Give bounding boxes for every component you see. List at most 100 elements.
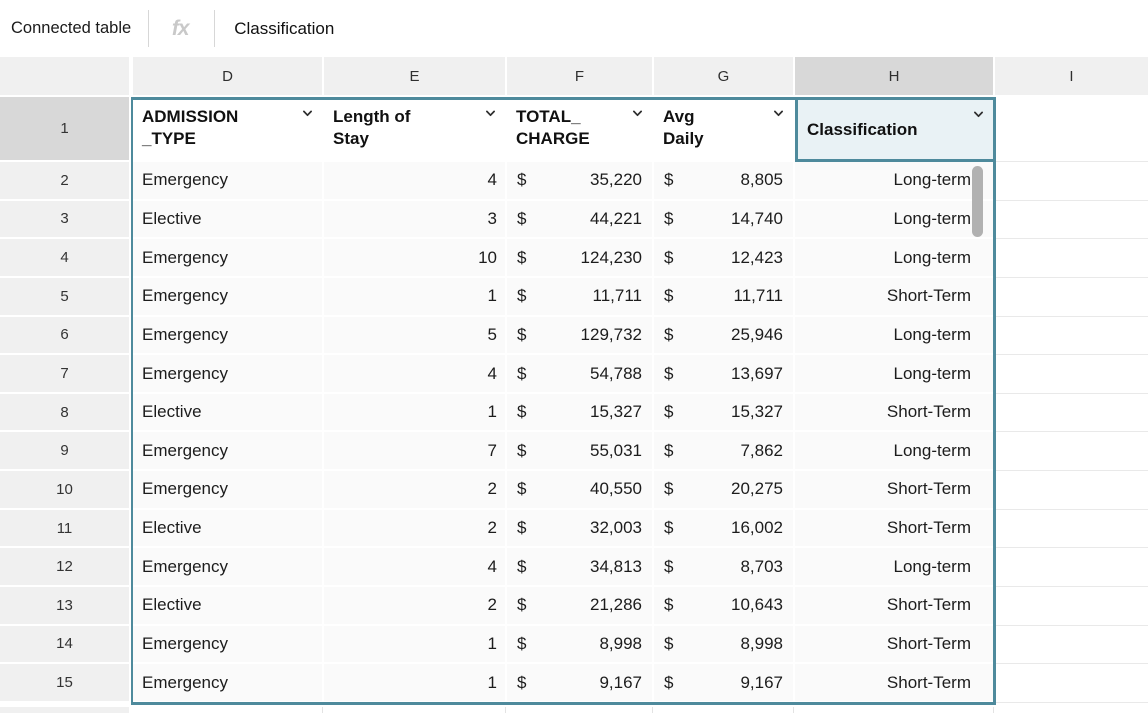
cell-i8[interactable]	[995, 394, 1148, 433]
cell-avg-daily[interactable]: $13,697	[654, 355, 793, 392]
cell-classification[interactable]: Short-Term	[795, 510, 993, 547]
column-header-g[interactable]: G	[654, 57, 793, 95]
cell-admission-type[interactable]: Elective	[133, 394, 322, 431]
cell-length-of-stay[interactable]: 2	[324, 471, 505, 508]
field-header-g1[interactable]: AvgDaily	[654, 97, 793, 160]
cell-admission-type[interactable]: Elective	[133, 587, 322, 624]
row-header-2[interactable]: 2	[0, 162, 129, 199]
cell-admission-type[interactable]: Emergency	[133, 432, 322, 469]
cell-total-charge[interactable]: $54,788	[507, 355, 652, 392]
cell-total-charge[interactable]: $55,031	[507, 432, 652, 469]
cell-classification[interactable]: Short-Term	[795, 278, 993, 315]
cell-admission-type[interactable]: Emergency	[133, 664, 322, 701]
cell-total-charge[interactable]: $8,998	[507, 626, 652, 663]
cell-length-of-stay[interactable]: 10	[324, 239, 505, 276]
cell-admission-type[interactable]: Emergency	[133, 626, 322, 663]
chevron-down-icon[interactable]	[300, 106, 315, 121]
row-header-7[interactable]: 7	[0, 355, 129, 392]
cell-admission-type[interactable]: Emergency	[133, 548, 322, 585]
row-header-9[interactable]: 9	[0, 432, 129, 469]
row-header-12[interactable]: 12	[0, 548, 129, 585]
cell-avg-daily[interactable]: $8,703	[654, 548, 793, 585]
cell-total-charge[interactable]: $34,813	[507, 548, 652, 585]
table-name-label[interactable]: Connected table	[11, 19, 131, 38]
chevron-down-icon[interactable]	[771, 106, 786, 121]
chevron-down-icon[interactable]	[971, 107, 986, 122]
row-header-3[interactable]: 3	[0, 201, 129, 238]
cell-avg-daily[interactable]: $12,423	[654, 239, 793, 276]
cell-i7[interactable]	[995, 355, 1148, 394]
cell-i14[interactable]	[995, 626, 1148, 665]
cell-classification[interactable]: Long-term	[795, 355, 993, 392]
cell-length-of-stay[interactable]: 4	[324, 355, 505, 392]
cell-length-of-stay[interactable]: 7	[324, 432, 505, 469]
corner-cell[interactable]	[0, 57, 129, 95]
cell-avg-daily[interactable]: $14,740	[654, 201, 793, 238]
cell-classification[interactable]: Long-term	[795, 432, 993, 469]
cell-i5[interactable]	[995, 278, 1148, 317]
cell-avg-daily[interactable]: $25,946	[654, 317, 793, 354]
cell-classification[interactable]: Long-term	[795, 239, 993, 276]
row-header-1[interactable]: 1	[0, 97, 129, 160]
cell-i9[interactable]	[995, 432, 1148, 471]
cell-admission-type[interactable]: Elective	[133, 201, 322, 238]
row-header-13[interactable]: 13	[0, 587, 129, 624]
cell-i13[interactable]	[995, 587, 1148, 626]
cell-avg-daily[interactable]: $15,327	[654, 394, 793, 431]
column-header-d[interactable]: D	[133, 57, 322, 95]
cell-length-of-stay[interactable]: 4	[324, 548, 505, 585]
cell-length-of-stay[interactable]: 1	[324, 626, 505, 663]
cell-total-charge[interactable]: $15,327	[507, 394, 652, 431]
cell-avg-daily[interactable]: $8,998	[654, 626, 793, 663]
cell-length-of-stay[interactable]: 1	[324, 278, 505, 315]
cell-avg-daily[interactable]: $7,862	[654, 432, 793, 469]
cell-admission-type[interactable]: Emergency	[133, 317, 322, 354]
row-header-8[interactable]: 8	[0, 394, 129, 431]
vertical-scrollbar-thumb[interactable]	[972, 166, 983, 237]
cell-avg-daily[interactable]: $20,275	[654, 471, 793, 508]
row-header-6[interactable]: 6	[0, 317, 129, 354]
cell-total-charge[interactable]: $124,230	[507, 239, 652, 276]
cell-classification[interactable]: Short-Term	[795, 471, 993, 508]
cell-classification[interactable]: Long-term	[795, 162, 993, 199]
cell-avg-daily[interactable]: $16,002	[654, 510, 793, 547]
cell-i15[interactable]	[995, 664, 1148, 703]
formula-input[interactable]: Classification	[234, 19, 334, 39]
cell-classification[interactable]: Long-term	[795, 548, 993, 585]
column-header-i[interactable]: I	[995, 57, 1148, 95]
cell-total-charge[interactable]: $40,550	[507, 471, 652, 508]
field-header-e1[interactable]: Length ofStay	[324, 97, 505, 160]
row-header-15[interactable]: 15	[0, 664, 129, 701]
cell-total-charge[interactable]: $44,221	[507, 201, 652, 238]
row-header-10[interactable]: 10	[0, 471, 129, 508]
row-header-4[interactable]: 4	[0, 239, 129, 276]
cell-admission-type[interactable]: Emergency	[133, 162, 322, 199]
chevron-down-icon[interactable]	[483, 106, 498, 121]
cell-length-of-stay[interactable]: 1	[324, 394, 505, 431]
cell-length-of-stay[interactable]: 5	[324, 317, 505, 354]
cell-avg-daily[interactable]: $9,167	[654, 664, 793, 701]
cell-total-charge[interactable]: $32,003	[507, 510, 652, 547]
cell-classification[interactable]: Long-term	[795, 201, 993, 238]
column-header-e[interactable]: E	[324, 57, 505, 95]
row-header-11[interactable]: 11	[0, 510, 129, 547]
column-header-f[interactable]: F	[507, 57, 652, 95]
cell-avg-daily[interactable]: $11,711	[654, 278, 793, 315]
cell-length-of-stay[interactable]: 3	[324, 201, 505, 238]
cell-avg-daily[interactable]: $8,805	[654, 162, 793, 199]
column-header-h[interactable]: H	[795, 57, 993, 95]
chevron-down-icon[interactable]	[630, 106, 645, 121]
field-header-f1[interactable]: TOTAL_CHARGE	[507, 97, 652, 160]
cell-classification[interactable]: Short-Term	[795, 587, 993, 624]
row-header-16[interactable]	[0, 707, 129, 713]
cell-i2[interactable]	[995, 162, 1148, 201]
cell-admission-type[interactable]: Emergency	[133, 239, 322, 276]
cell-classification[interactable]: Short-Term	[795, 394, 993, 431]
cell-length-of-stay[interactable]: 2	[324, 587, 505, 624]
cell-avg-daily[interactable]: $10,643	[654, 587, 793, 624]
cell-length-of-stay[interactable]: 1	[324, 664, 505, 701]
cell-length-of-stay[interactable]: 2	[324, 510, 505, 547]
selected-cell-h1[interactable]: Classification	[795, 97, 996, 162]
cell-i4[interactable]	[995, 239, 1148, 278]
field-header-d1[interactable]: ADMISSION_TYPE	[133, 97, 322, 160]
